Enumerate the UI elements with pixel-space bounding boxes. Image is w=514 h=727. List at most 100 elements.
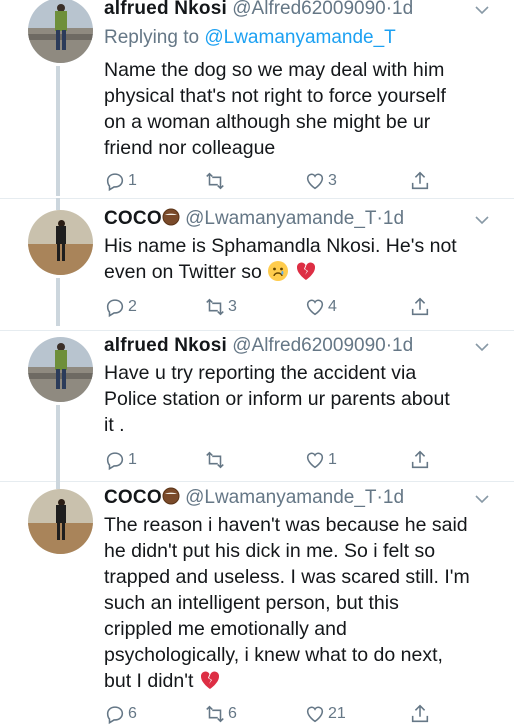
reply-button[interactable]: 6 xyxy=(104,703,137,725)
tweet-text-line-wrap: but I didn't xyxy=(104,668,488,694)
like-count: 3 xyxy=(328,172,337,189)
reply-count: 1 xyxy=(128,451,137,468)
reply-button[interactable]: 1 xyxy=(104,170,137,192)
display-name[interactable]: alfrued Nkosi xyxy=(104,0,227,19)
heart-icon xyxy=(306,173,324,190)
like-count: 1 xyxy=(328,451,337,468)
coconut-emoji-icon xyxy=(162,208,180,226)
display-name[interactable]: COCO xyxy=(104,487,180,508)
tweet-text-line: His name is Sphamandla Nkosi. He's not xyxy=(104,235,457,257)
tweet-actions: 6 6 21 xyxy=(104,703,474,727)
username[interactable]: @Lwamanyamande_T xyxy=(185,208,376,229)
like-button[interactable]: 21 xyxy=(304,703,346,725)
display-name[interactable]: alfrued Nkosi xyxy=(104,335,227,356)
avatar[interactable] xyxy=(28,489,93,554)
tweet-text-line: friend nor colleague xyxy=(104,137,276,159)
heart-icon xyxy=(306,452,324,469)
reply-icon xyxy=(106,173,124,192)
tweet-actions: 1 3 xyxy=(104,170,474,194)
like-button[interactable]: 1 xyxy=(304,449,337,471)
tweet-text-line-wrap: even on Twitter so xyxy=(104,259,488,285)
avatar[interactable] xyxy=(28,210,93,275)
avatar[interactable] xyxy=(28,0,93,63)
retweet-icon xyxy=(206,705,224,723)
reply-icon xyxy=(106,299,124,318)
share-button[interactable] xyxy=(409,296,431,318)
retweet-button[interactable]: 6 xyxy=(204,703,237,725)
tweet-text-line: he didn't put his dick in me. So i felt … xyxy=(104,540,436,562)
crying-face-emoji-icon xyxy=(268,261,289,281)
timestamp[interactable]: 1d xyxy=(392,335,413,356)
replying-to: Replying to @Lwamanyamande_T xyxy=(104,27,396,49)
tweet-text: The reason i haven't was because he said… xyxy=(104,512,488,694)
chevron-down-icon[interactable] xyxy=(474,212,490,228)
share-button[interactable] xyxy=(409,170,431,192)
share-icon xyxy=(411,171,429,190)
retweet-icon xyxy=(206,451,224,469)
tweet-header: COCO @Lwamanyamande_T·1d xyxy=(104,208,474,230)
tweet-2[interactable]: COCO @Lwamanyamande_T·1d His name is Sph… xyxy=(0,198,514,331)
thread-line xyxy=(56,405,60,481)
share-icon xyxy=(411,297,429,316)
tweet-3[interactable]: alfrued Nkosi @Alfred62009090·1d Have u … xyxy=(0,331,514,483)
chevron-down-icon[interactable] xyxy=(474,2,490,18)
tweet-text-line: it . xyxy=(104,414,125,436)
thread-line xyxy=(56,278,60,326)
like-button[interactable]: 4 xyxy=(304,296,337,318)
tweet-text-line: but I didn't xyxy=(104,670,194,692)
username[interactable]: @Lwamanyamande_T xyxy=(185,487,376,508)
reply-button[interactable]: 1 xyxy=(104,449,137,471)
like-button[interactable]: 3 xyxy=(304,170,337,192)
retweet-button[interactable] xyxy=(204,170,228,192)
heart-icon xyxy=(306,706,324,723)
tweet-actions: 2 3 4 xyxy=(104,296,474,320)
retweet-count: 6 xyxy=(228,705,237,722)
retweet-button[interactable] xyxy=(204,449,228,471)
like-count: 4 xyxy=(328,298,337,315)
username[interactable]: @Alfred62009090 xyxy=(232,335,385,356)
tweet-text-line: on a woman although she might be ur xyxy=(104,111,431,133)
thread-line xyxy=(56,66,60,196)
reply-count: 2 xyxy=(128,298,137,315)
tweet-text-line: Police station or inform ur parents abou… xyxy=(104,388,450,410)
divider xyxy=(0,481,514,482)
tweet-header: COCO @Lwamanyamande_T·1d xyxy=(104,487,474,509)
broken-heart-emoji-icon xyxy=(200,671,219,689)
tweet-1[interactable]: alfrued Nkosi @Alfred62009090·1d Replyin… xyxy=(0,0,514,200)
share-button[interactable] xyxy=(409,449,431,471)
retweet-button[interactable]: 3 xyxy=(204,296,237,318)
share-button[interactable] xyxy=(409,703,431,725)
chevron-down-icon[interactable] xyxy=(474,491,490,507)
replying-to-mention[interactable]: @Lwamanyamande_T xyxy=(204,27,395,48)
tweet-text-line: psychologically, i knew what to do next, xyxy=(104,644,443,666)
timestamp[interactable]: 1d xyxy=(383,487,404,508)
tweet-text-line: crippled me emotionally and xyxy=(104,618,347,640)
broken-heart-emoji-icon xyxy=(296,262,315,280)
reply-icon xyxy=(106,452,124,471)
tweet-text: Name the dog so we may deal with him phy… xyxy=(104,57,488,161)
tweet-text: His name is Sphamandla Nkosi. He's not e… xyxy=(104,233,488,285)
timestamp[interactable]: 1d xyxy=(392,0,413,19)
share-icon xyxy=(411,704,429,723)
tweet-text-line: Name the dog so we may deal with him xyxy=(104,59,445,81)
reply-count: 6 xyxy=(128,705,137,722)
tweet-header: alfrued Nkosi @Alfred62009090·1d xyxy=(104,335,474,357)
reply-icon xyxy=(106,706,124,725)
reply-button[interactable]: 2 xyxy=(104,296,137,318)
tweet-text-line: such an intelligent person, but this xyxy=(104,592,399,614)
heart-icon xyxy=(306,299,324,316)
username[interactable]: @Alfred62009090 xyxy=(232,0,385,19)
display-name[interactable]: COCO xyxy=(104,208,180,229)
chevron-down-icon[interactable] xyxy=(474,339,490,355)
reply-count: 1 xyxy=(128,172,137,189)
display-name-text: COCO xyxy=(104,487,162,508)
share-icon xyxy=(411,450,429,469)
divider xyxy=(0,198,514,199)
tweet-text-line: trapped and useless. I was scared still.… xyxy=(104,566,470,588)
tweet-text-line: physical that's not right to force yours… xyxy=(104,85,446,107)
retweet-icon xyxy=(206,298,224,316)
tweet-text-line: even on Twitter so xyxy=(104,261,262,283)
avatar[interactable] xyxy=(28,337,93,402)
timestamp[interactable]: 1d xyxy=(383,208,404,229)
tweet-4[interactable]: COCO @Lwamanyamande_T·1d The reason i ha… xyxy=(0,481,514,725)
